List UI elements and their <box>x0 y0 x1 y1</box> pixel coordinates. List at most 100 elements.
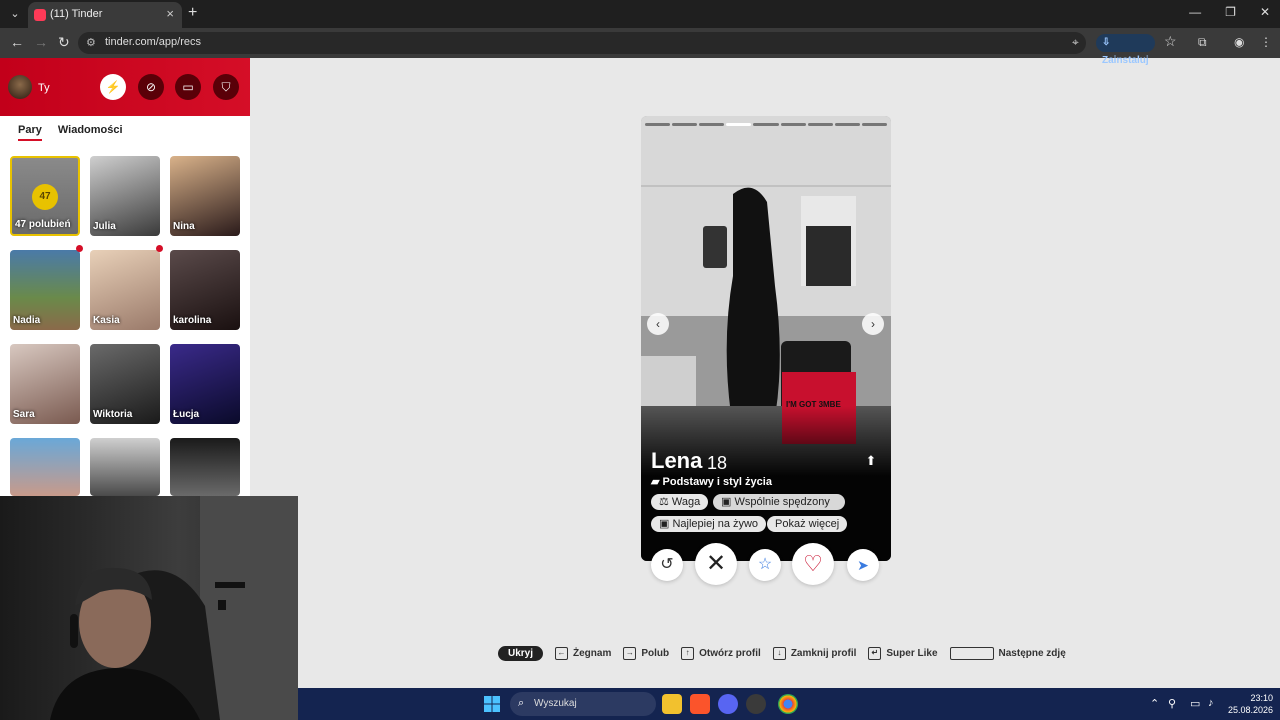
sidebar-tabs: Pary Wiadomości <box>18 124 123 141</box>
url-text: tinder.com/app/recs <box>105 36 201 48</box>
window-controls: — ❐ ✕ <box>1189 5 1270 19</box>
match-card[interactable]: Julia <box>90 156 160 236</box>
close-window-icon[interactable]: ✕ <box>1260 5 1270 19</box>
send-message-icon[interactable]: ➤ <box>847 549 879 581</box>
matches-sidebar: Ty ⚡ ⊘ ▭ ⛉ Pary Wiadomości 47 47 polubie… <box>0 58 250 498</box>
rewind-icon[interactable]: ↺ <box>651 549 683 581</box>
like-heart-icon[interactable]: ♡ <box>792 543 834 585</box>
chip-time-together[interactable]: ▣ Wspólnie spędzony <box>713 494 845 510</box>
match-card[interactable]: Nina <box>170 156 240 236</box>
match-name: karolina <box>173 315 212 326</box>
tab-search-chevron-icon[interactable]: ⌄ <box>6 5 24 23</box>
menu-kebab-icon[interactable]: ⋮ <box>1260 35 1272 49</box>
tag-icon: ▰ <box>651 476 663 488</box>
match-name: Wiktoria <box>93 409 133 420</box>
shortcut-close-profile: ↓ Zamknij profil <box>772 646 856 660</box>
volume-icon[interactable]: ♪ <box>1208 697 1214 709</box>
down-key-icon: ↓ <box>772 646 786 660</box>
taskbar-search[interactable]: ⌕ Wyszukaj <box>510 692 656 716</box>
user-name[interactable]: Ty <box>38 82 50 94</box>
brave-browser-icon[interactable] <box>690 694 710 714</box>
next-photo-icon[interactable]: › <box>862 313 884 335</box>
back-icon[interactable]: ← <box>10 34 24 50</box>
file-explorer-icon[interactable] <box>662 694 682 714</box>
site-info-icon[interactable]: ⚙ <box>86 36 96 49</box>
briefcase-icon[interactable]: ▭ <box>175 74 201 100</box>
photo-segment <box>672 123 698 126</box>
photo-segment <box>780 123 806 126</box>
match-name: Nina <box>173 221 195 232</box>
likes-card[interactable]: 47 47 polubień <box>10 156 80 236</box>
reload-icon[interactable]: ↻ <box>58 34 70 51</box>
match-name: Sara <box>13 409 35 420</box>
tray-chevron-icon[interactable]: ⌃ <box>1150 697 1159 710</box>
open-profile-arrow-icon[interactable]: ⬆ <box>862 453 880 471</box>
nope-x-icon[interactable]: ✕ <box>695 543 737 585</box>
match-card[interactable] <box>170 438 240 496</box>
shortcut-label: Otwórz profil <box>699 647 761 659</box>
match-card[interactable]: Sara <box>10 344 80 424</box>
photo-segment <box>861 123 887 126</box>
clock-time: 23:10 <box>1250 693 1274 703</box>
windows-start-icon[interactable] <box>484 696 500 712</box>
bookmark-star-icon[interactable]: ☆ <box>1164 33 1177 50</box>
match-card[interactable]: Nadia <box>10 250 80 330</box>
display-icon[interactable]: ▭ <box>1190 697 1200 710</box>
match-card[interactable] <box>90 438 160 496</box>
match-card[interactable]: Wiktoria <box>90 344 160 424</box>
match-card[interactable]: Łucja <box>170 344 240 424</box>
shortcut-next-photo: Następne zdję <box>949 646 1066 660</box>
extensions-icon[interactable]: ⧉ <box>1198 35 1207 50</box>
profile-card[interactable]: ‹ › I'M GOT 3MBE Lena 18 ⬆ ▰ Podstawy i … <box>641 116 891 561</box>
browser-tab[interactable]: (11) Tinder × <box>28 2 182 28</box>
match-card[interactable] <box>10 438 80 496</box>
likes-count-badge: 47 <box>32 184 58 210</box>
prev-photo-icon[interactable]: ‹ <box>647 313 669 335</box>
windows-taskbar: ⌕ Wyszukaj ⌃ ⚲ ▭ ♪ 23:10 25.08.2026 <box>298 688 1280 720</box>
new-tab-icon[interactable]: + <box>188 4 197 22</box>
show-more-button[interactable]: Pokaż więcej <box>767 516 848 532</box>
basics-label[interactable]: ▰ Podstawy i styl życia <box>651 475 772 488</box>
search-placeholder: Wyszukaj <box>534 698 577 709</box>
discord-icon[interactable] <box>718 694 738 714</box>
photo-segment <box>834 123 860 126</box>
shortcut-super-like: ↵ Super Like <box>868 646 938 660</box>
forward-icon[interactable]: → <box>34 34 48 50</box>
close-tab-icon[interactable]: × <box>166 6 174 21</box>
weight-icon: ⚖ <box>659 496 672 508</box>
install-icon: ⇩ <box>1102 37 1111 48</box>
minimize-icon[interactable]: — <box>1189 5 1201 19</box>
basics-text: Podstawy i styl życia <box>662 476 772 488</box>
swipe-lightning-icon[interactable]: ⚡ <box>100 74 126 100</box>
keyboard-shortcuts-bar: Ukryj ← Żegnam → Polub ↑ Otwórz profil ↓ Zam… <box>498 644 1078 662</box>
sidebar-header: Ty ⚡ ⊘ ▭ ⛉ <box>0 58 250 116</box>
chrome-icon[interactable] <box>778 694 798 714</box>
profile-name[interactable]: Lena <box>651 448 702 474</box>
tab-pary[interactable]: Pary <box>18 124 42 141</box>
taskbar-clock[interactable]: 23:10 25.08.2026 <box>1228 692 1273 716</box>
address-bar[interactable]: ⚙ tinder.com/app/recs ⌖ ⇩ Zainstaluj <box>78 32 1155 66</box>
profile-icon[interactable]: ◉ <box>1234 35 1244 49</box>
avatar[interactable] <box>8 75 32 99</box>
install-app-button[interactable]: ⇩ Zainstaluj <box>1096 34 1155 66</box>
tab-title: (11) Tinder <box>50 8 103 20</box>
new-match-dot <box>76 245 83 252</box>
super-like-star-icon[interactable]: ☆ <box>749 549 781 581</box>
tab-wiadomosci[interactable]: Wiadomości <box>58 124 123 136</box>
hide-shortcuts-button[interactable]: Ukryj <box>498 645 544 661</box>
chip-weight[interactable]: ⚖ Waga <box>651 494 709 510</box>
shortcut-label: Następne zdję <box>998 647 1066 659</box>
explore-compass-icon[interactable]: ⊘ <box>138 74 164 100</box>
browser-toolbar: ← → ↻ ⚙ tinder.com/app/recs ⌖ ⇩ Zainstal… <box>0 28 1280 66</box>
restore-icon[interactable]: ❐ <box>1225 5 1236 19</box>
location-icon[interactable]: ⌖ <box>1072 35 1079 50</box>
shield-icon[interactable]: ⛉ <box>213 74 239 100</box>
up-key-icon: ↑ <box>681 646 695 660</box>
match-card[interactable]: Kasia <box>90 250 160 330</box>
steam-icon[interactable] <box>746 694 766 714</box>
match-card[interactable]: karolina <box>170 250 240 330</box>
left-key-icon: ← <box>555 646 569 660</box>
network-icon[interactable]: ⚲ <box>1168 697 1176 710</box>
browser-tabbar: ⌄ (11) Tinder × + — ❐ ✕ <box>0 0 1280 28</box>
chip-live[interactable]: ▣ Najlepiej na żywo <box>651 516 767 532</box>
